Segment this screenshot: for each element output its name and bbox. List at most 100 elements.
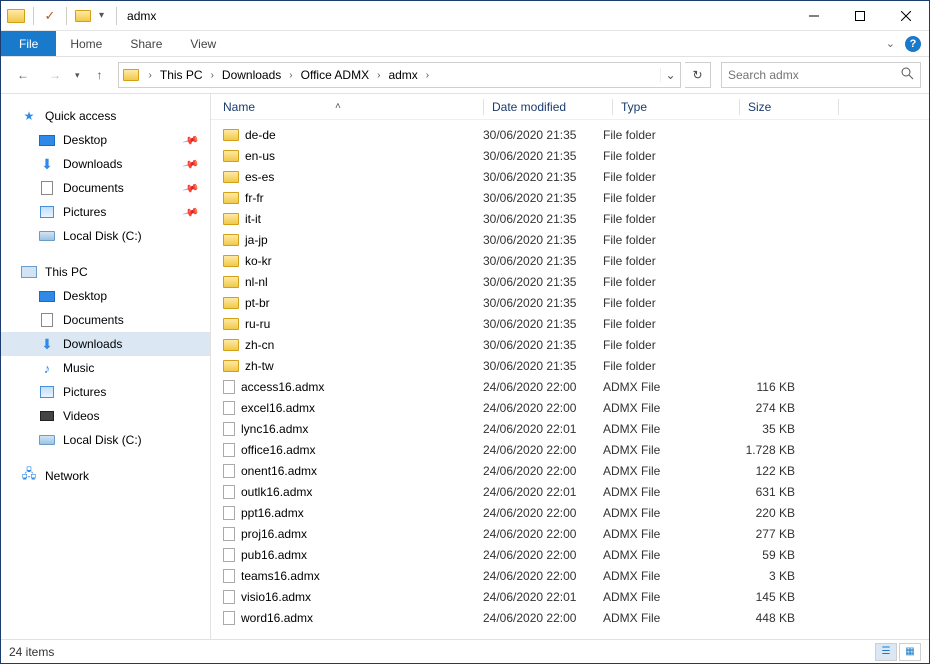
folder-icon	[223, 171, 239, 183]
folder-icon[interactable]	[75, 10, 91, 22]
sidebar-item-local-disk[interactable]: Local Disk (C:)	[1, 224, 210, 248]
address-bar[interactable]: › This PC › Downloads › Office ADMX › ad…	[118, 62, 681, 88]
navigation-pane[interactable]: ★ Quick access Desktop 📌 ⬇ Downloads 📌 D…	[1, 94, 211, 639]
refresh-button[interactable]: ↻	[685, 62, 711, 88]
qat-dropdown-icon[interactable]: ▾	[95, 10, 108, 21]
file-row[interactable]: visio16.admx24/06/2020 22:01ADMX File145…	[211, 586, 929, 607]
column-separator[interactable]	[838, 99, 839, 115]
file-row[interactable]: pub16.admx24/06/2020 22:00ADMX File59 KB	[211, 544, 929, 565]
file-row[interactable]: excel16.admx24/06/2020 22:00ADMX File274…	[211, 397, 929, 418]
file-row[interactable]: zh-cn30/06/2020 21:35File folder	[211, 334, 929, 355]
search-box[interactable]	[721, 62, 921, 88]
forward-button[interactable]: →	[41, 61, 69, 89]
tab-view[interactable]: View	[176, 31, 230, 56]
expand-ribbon-icon[interactable]: ⌄	[886, 37, 895, 50]
file-name: zh-cn	[245, 338, 274, 352]
properties-icon[interactable]: ✓	[42, 8, 58, 24]
file-icon	[223, 548, 235, 562]
help-icon[interactable]: ?	[905, 36, 921, 52]
file-name: visio16.admx	[241, 590, 311, 604]
file-row[interactable]: pt-br30/06/2020 21:35File folder	[211, 292, 929, 313]
sidebar-item-videos[interactable]: Videos	[1, 404, 210, 428]
sidebar-item-pictures[interactable]: Pictures 📌	[1, 200, 210, 224]
file-row[interactable]: it-it30/06/2020 21:35File folder	[211, 208, 929, 229]
address-dropdown-icon[interactable]: ⌄	[660, 68, 680, 82]
file-name: fr-fr	[245, 191, 264, 205]
up-button[interactable]: ↑	[86, 61, 114, 89]
sidebar-item-documents[interactable]: Documents	[1, 308, 210, 332]
file-row[interactable]: teams16.admx24/06/2020 22:00ADMX File3 K…	[211, 565, 929, 586]
chevron-right-icon[interactable]: ›	[422, 70, 433, 81]
file-row[interactable]: en-us30/06/2020 21:35File folder	[211, 145, 929, 166]
breadcrumb[interactable]: This PC	[156, 63, 207, 87]
column-header-name[interactable]: Name ˄	[223, 94, 483, 119]
sidebar-item-this-pc[interactable]: This PC	[1, 260, 210, 284]
minimize-button[interactable]	[791, 1, 837, 31]
sidebar-item-desktop[interactable]: Desktop 📌	[1, 128, 210, 152]
search-icon[interactable]	[901, 67, 914, 83]
file-date: 30/06/2020 21:35	[483, 254, 603, 268]
large-icons-view-button[interactable]: ▦	[899, 643, 921, 661]
details-view-button[interactable]: ☰	[875, 643, 897, 661]
file-row[interactable]: fr-fr30/06/2020 21:35File folder	[211, 187, 929, 208]
file-date: 24/06/2020 22:01	[483, 590, 603, 604]
navigation-row: ← → ▾ ↑ › This PC › Downloads › Office A…	[1, 57, 929, 93]
chevron-right-icon[interactable]: ›	[207, 70, 218, 81]
sidebar-item-local-disk[interactable]: Local Disk (C:)	[1, 428, 210, 452]
file-row[interactable]: word16.admx24/06/2020 22:00ADMX File448 …	[211, 607, 929, 628]
column-header-date[interactable]: Date modified	[492, 94, 612, 119]
file-row[interactable]: office16.admx24/06/2020 22:00ADMX File1.…	[211, 439, 929, 460]
column-header-type[interactable]: Type	[621, 94, 739, 119]
file-row[interactable]: ru-ru30/06/2020 21:35File folder	[211, 313, 929, 334]
file-row[interactable]: de-de30/06/2020 21:35File folder	[211, 124, 929, 145]
column-separator[interactable]	[739, 99, 740, 115]
column-label: Size	[748, 100, 771, 114]
chevron-right-icon[interactable]: ›	[285, 70, 296, 81]
file-row[interactable]: es-es30/06/2020 21:35File folder	[211, 166, 929, 187]
file-menu[interactable]: File	[1, 31, 56, 56]
back-button[interactable]: ←	[9, 61, 37, 89]
file-row[interactable]: zh-tw30/06/2020 21:35File folder	[211, 355, 929, 376]
file-rows[interactable]: de-de30/06/2020 21:35File folderen-us30/…	[211, 120, 929, 639]
sidebar-item-downloads[interactable]: ⬇ Downloads	[1, 332, 210, 356]
sidebar-item-desktop[interactable]: Desktop	[1, 284, 210, 308]
file-row[interactable]: onent16.admx24/06/2020 22:00ADMX File122…	[211, 460, 929, 481]
sidebar-item-documents[interactable]: Documents 📌	[1, 176, 210, 200]
pin-icon: 📌	[182, 155, 200, 173]
file-row[interactable]: lync16.admx24/06/2020 22:01ADMX File35 K…	[211, 418, 929, 439]
folder-icon	[223, 192, 239, 204]
file-type: ADMX File	[603, 485, 721, 499]
tab-share[interactable]: Share	[116, 31, 176, 56]
breadcrumb[interactable]: admx	[384, 63, 421, 87]
file-row[interactable]: proj16.admx24/06/2020 22:00ADMX File277 …	[211, 523, 929, 544]
column-header-size[interactable]: Size	[748, 94, 838, 119]
column-separator[interactable]	[612, 99, 613, 115]
file-row[interactable]: ppt16.admx24/06/2020 22:00ADMX File220 K…	[211, 502, 929, 523]
file-type: ADMX File	[603, 401, 721, 415]
file-row[interactable]: outlk16.admx24/06/2020 22:01ADMX File631…	[211, 481, 929, 502]
sidebar-item-pictures[interactable]: Pictures	[1, 380, 210, 404]
tab-home[interactable]: Home	[56, 31, 116, 56]
file-date: 24/06/2020 22:00	[483, 506, 603, 520]
file-row[interactable]: nl-nl30/06/2020 21:35File folder	[211, 271, 929, 292]
file-row[interactable]: ja-jp30/06/2020 21:35File folder	[211, 229, 929, 250]
status-item-count: 24 items	[9, 645, 54, 659]
chevron-right-icon[interactable]: ›	[373, 70, 384, 81]
sidebar-item-music[interactable]: ♪ Music	[1, 356, 210, 380]
file-row[interactable]: access16.admx24/06/2020 22:00ADMX File11…	[211, 376, 929, 397]
breadcrumb[interactable]: Downloads	[218, 63, 285, 87]
file-date: 30/06/2020 21:35	[483, 128, 603, 142]
file-name: onent16.admx	[241, 464, 317, 478]
breadcrumb[interactable]: Office ADMX	[297, 63, 373, 87]
sidebar-item-downloads[interactable]: ⬇ Downloads 📌	[1, 152, 210, 176]
search-input[interactable]	[728, 68, 901, 82]
sidebar-item-quick-access[interactable]: ★ Quick access	[1, 104, 210, 128]
history-dropdown-icon[interactable]: ▾	[73, 70, 82, 81]
file-date: 30/06/2020 21:35	[483, 338, 603, 352]
column-separator[interactable]	[483, 99, 484, 115]
sidebar-item-network[interactable]: 🖧 Network	[1, 464, 210, 488]
maximize-button[interactable]	[837, 1, 883, 31]
file-row[interactable]: ko-kr30/06/2020 21:35File folder	[211, 250, 929, 271]
close-button[interactable]	[883, 1, 929, 31]
chevron-right-icon[interactable]: ›	[145, 70, 156, 81]
